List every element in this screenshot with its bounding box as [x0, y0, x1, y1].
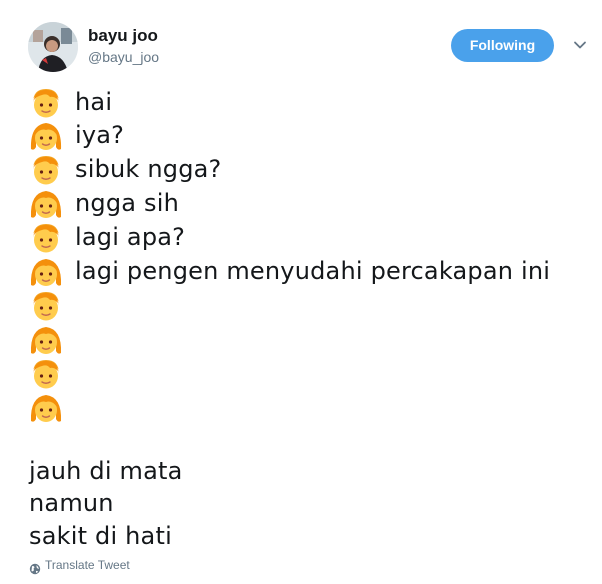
line-text: iya? — [75, 121, 125, 149]
line-text: sibuk ngga? — [75, 155, 222, 183]
line-text: ngga sih — [75, 189, 179, 217]
conversation-line: lagi pengen menyudahi percakapan ini — [28, 255, 588, 289]
user-handle[interactable]: @bayu_joo — [88, 49, 159, 65]
display-name[interactable]: bayu joo — [88, 26, 158, 46]
conversation-line — [28, 289, 588, 323]
conversation-line: iya? — [28, 119, 588, 153]
globe-icon — [29, 560, 41, 575]
conversation-line: hai — [28, 86, 588, 120]
conversation-line — [28, 391, 588, 425]
verse-line: namun — [29, 489, 114, 517]
verse-line: sakit di hati — [29, 522, 172, 550]
girl-emoji-icon — [28, 119, 64, 153]
girl-emoji-icon — [28, 255, 64, 289]
line-text: hai — [75, 88, 113, 116]
girl-emoji-icon — [28, 323, 64, 357]
tweet-card: bayu joo @bayu_joo Following hai iya? si… — [0, 0, 602, 584]
conversation-line: lagi apa? — [28, 221, 588, 255]
conversation-line — [28, 323, 588, 357]
conversation-line: sibuk ngga? — [28, 153, 588, 187]
conversation-line — [28, 357, 588, 391]
tweet-header: bayu joo @bayu_joo Following — [28, 22, 588, 74]
following-button[interactable]: Following — [451, 29, 554, 62]
conversation-line: ngga sih — [28, 187, 588, 221]
line-text: lagi pengen menyudahi percakapan ini — [75, 257, 551, 285]
girl-emoji-icon — [28, 391, 64, 425]
boy-emoji-icon — [28, 289, 64, 323]
boy-emoji-icon — [28, 221, 64, 255]
translate-tweet-label: Translate Tweet — [45, 558, 130, 572]
avatar[interactable] — [28, 22, 78, 72]
chevron-down-icon[interactable] — [572, 37, 588, 53]
boy-emoji-icon — [28, 86, 64, 120]
line-text: lagi apa? — [75, 223, 186, 251]
verse-line: jauh di mata — [29, 457, 183, 485]
boy-emoji-icon — [28, 153, 64, 187]
boy-emoji-icon — [28, 357, 64, 391]
girl-emoji-icon — [28, 187, 64, 221]
